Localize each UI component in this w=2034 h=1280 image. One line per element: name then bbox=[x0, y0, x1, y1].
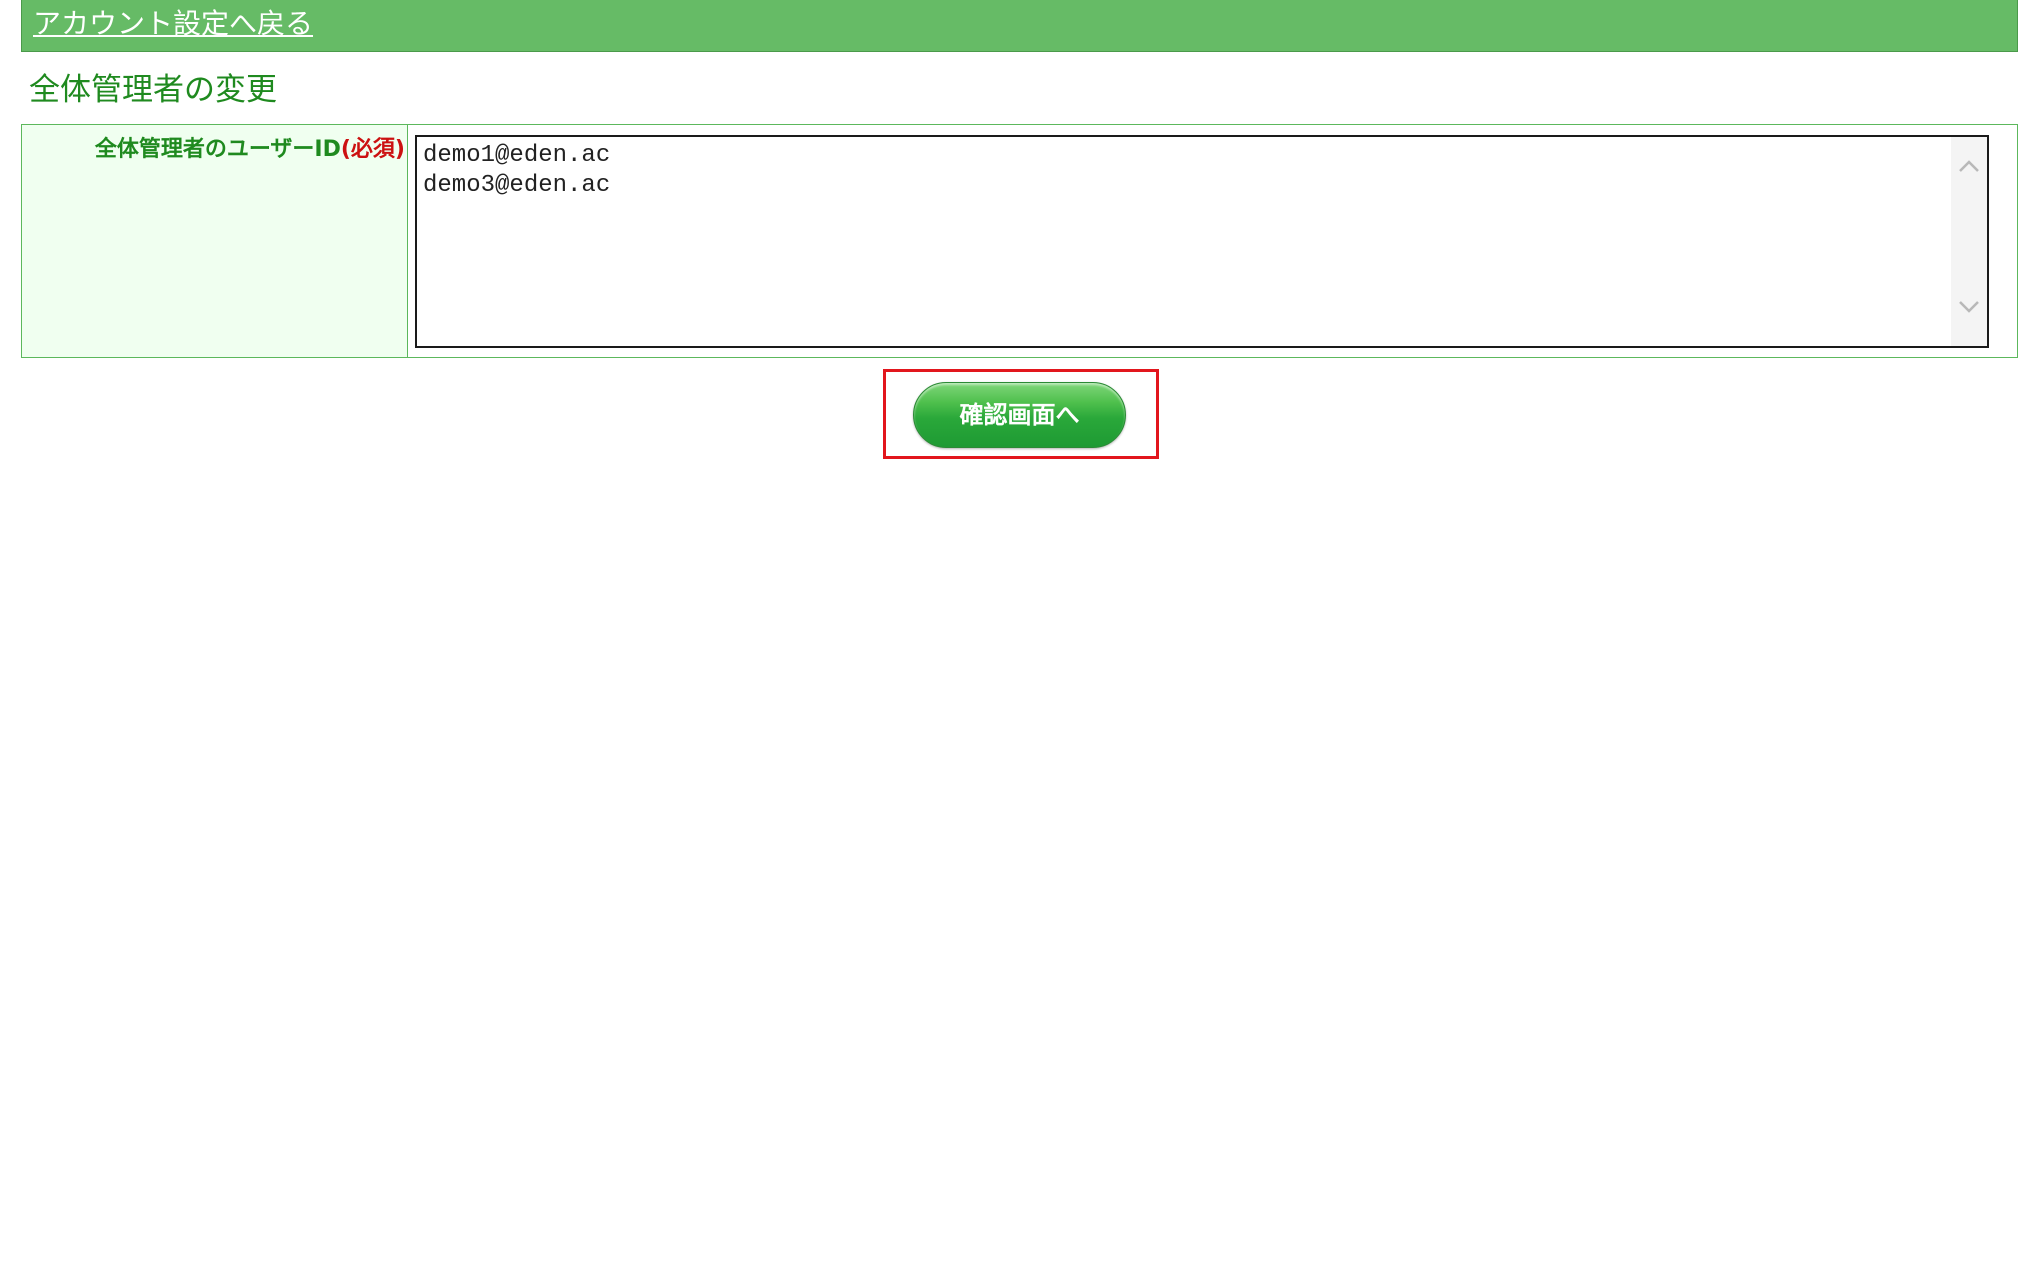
page-title: 全体管理者の変更 bbox=[29, 72, 277, 108]
admin-form-table: 全体管理者のユーザーID(必須) demo1@eden.ac demo3@ede… bbox=[21, 124, 2018, 358]
admin-user-ids-textarea[interactable]: demo1@eden.ac demo3@eden.ac bbox=[417, 137, 1951, 346]
chevron-down-icon[interactable] bbox=[1951, 294, 1987, 330]
go-to-confirmation-button[interactable]: 確認画面へ bbox=[913, 382, 1126, 448]
admin-user-ids-field: demo1@eden.ac demo3@eden.ac bbox=[415, 135, 1989, 348]
field-label: 全体管理者のユーザーID(必須) bbox=[95, 135, 405, 165]
textarea-scrollbar[interactable] bbox=[1951, 137, 1987, 346]
field-label-text: 全体管理者のユーザーID bbox=[94, 137, 341, 162]
required-marker: (必須) bbox=[340, 137, 405, 162]
chevron-up-icon[interactable] bbox=[1951, 153, 1987, 189]
back-to-account-settings-link[interactable]: アカウント設定へ戻る bbox=[33, 6, 313, 42]
label-cell: 全体管理者のユーザーID(必須) bbox=[22, 125, 408, 357]
top-nav-bar: アカウント設定へ戻る bbox=[21, 0, 2018, 52]
